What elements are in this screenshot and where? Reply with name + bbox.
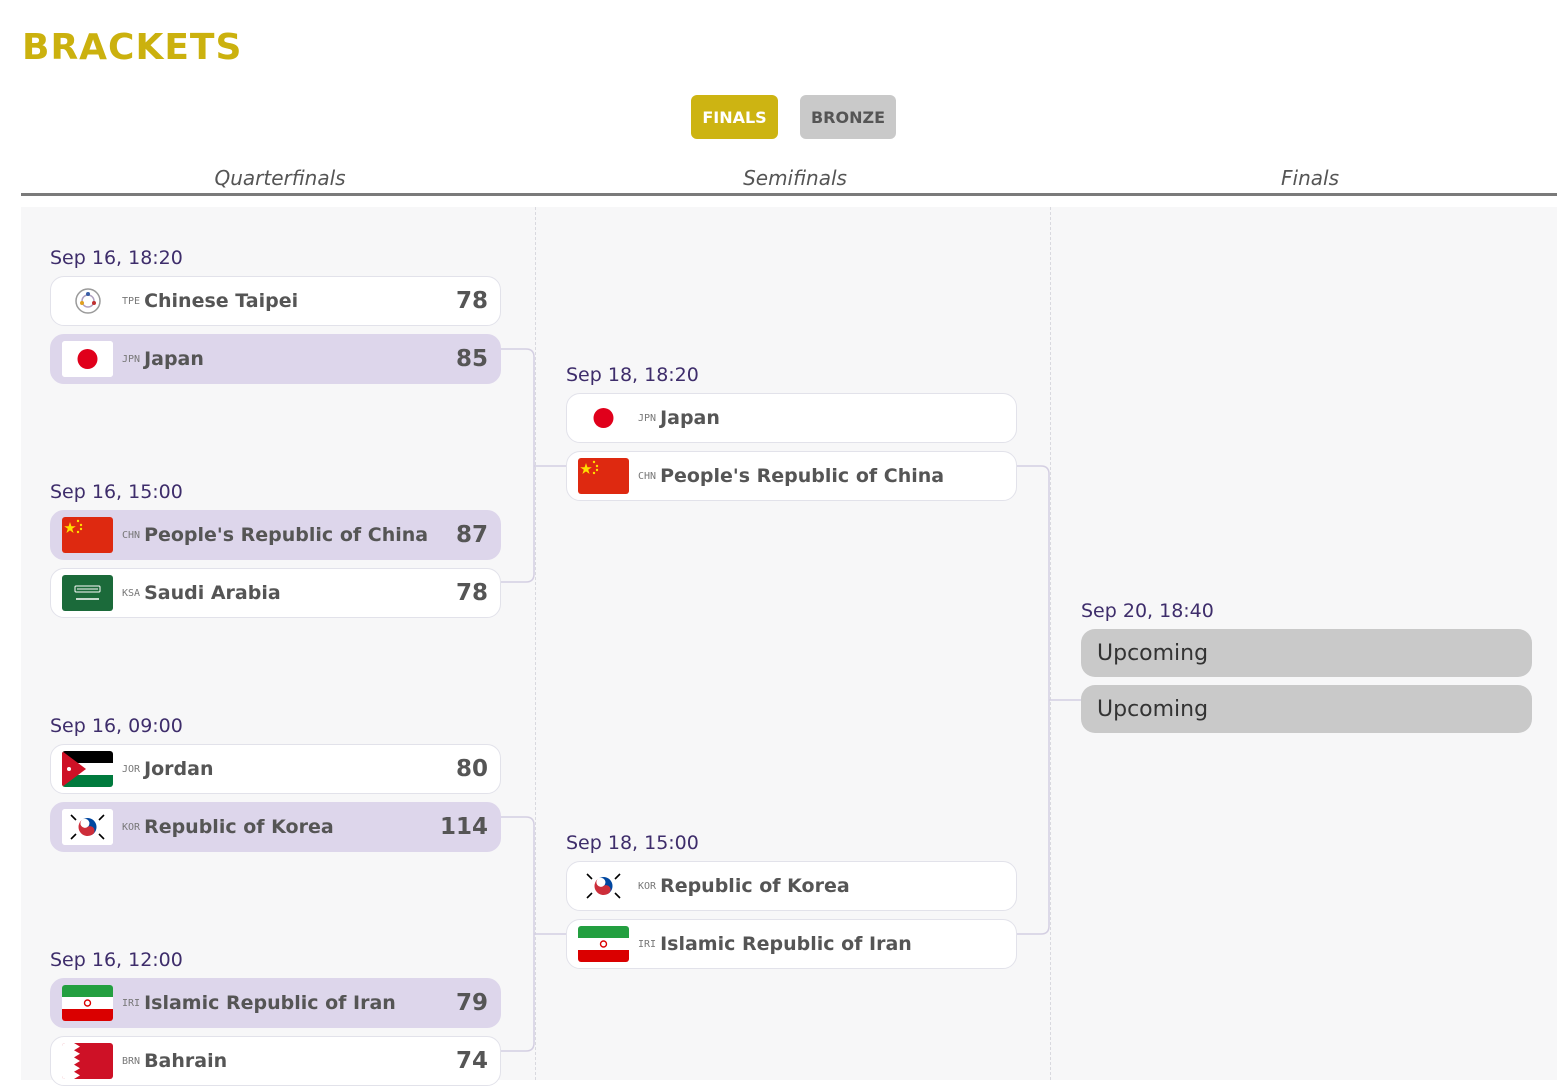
team-name: People's Republic of China [144,524,429,546]
team-name: Japan [660,407,720,429]
flag-china-icon [578,458,629,494]
team-row-winner[interactable]: CHN People's Republic of China 87 [50,510,501,560]
flag-bahrain-icon [62,1043,113,1079]
team-code: IRI [638,938,657,950]
upcoming-slot[interactable]: Upcoming [1081,685,1532,733]
flag-iran-icon [62,985,113,1021]
match-date: Sep 20, 18:40 [1081,600,1214,622]
team-name: People's Republic of China [660,465,945,487]
team-code: KSA [122,587,141,599]
team-score: 79 [455,990,488,1016]
team-code: KOR [638,880,657,892]
flag-jordan-icon [62,751,113,787]
team-name: Chinese Taipei [144,290,299,312]
team-score: 80 [455,756,488,782]
team-score: 85 [455,346,488,372]
team-score: 87 [455,522,488,548]
team-code: TPE [122,295,141,307]
team-row[interactable]: KOR Republic of Korea [566,861,1017,911]
match-date: Sep 16, 12:00 [50,949,183,971]
team-score: 78 [455,288,488,314]
team-row[interactable]: IRI Islamic Republic of Iran [566,919,1017,969]
team-score: 78 [455,580,488,606]
team-row-winner[interactable]: JPN Japan 85 [50,334,501,384]
flag-iran-icon [578,926,629,962]
match-date: Sep 18, 15:00 [566,832,699,854]
team-code: CHN [122,529,141,541]
match-date: Sep 16, 18:20 [50,247,183,269]
flag-japan-icon [578,400,629,436]
team-name: Republic of Korea [144,816,334,838]
match-date: Sep 16, 09:00 [50,715,183,737]
team-score: 74 [455,1048,488,1074]
team-row-winner[interactable]: IRI Islamic Republic of Iran 79 [50,978,501,1028]
team-code: KOR [122,821,141,833]
upcoming-slot[interactable]: Upcoming [1081,629,1532,677]
team-row[interactable]: CHN People's Republic of China [566,451,1017,501]
match-date: Sep 18, 18:20 [566,364,699,386]
team-code: BRN [122,1055,141,1067]
team-code: IRI [122,997,141,1009]
match-date: Sep 16, 15:00 [50,481,183,503]
team-name: Jordan [144,758,214,780]
flag-korea-icon [62,809,113,845]
team-row[interactable]: JOR Jordan 80 [50,744,501,794]
team-score: 114 [439,814,488,840]
team-code: JOR [122,763,141,775]
flag-korea-icon [578,868,629,904]
team-row[interactable]: KSA Saudi Arabia 78 [50,568,501,618]
team-row-winner[interactable]: KOR Republic of Korea 114 [50,802,501,852]
team-row[interactable]: TPE Chinese Taipei 78 [50,276,501,326]
team-name: Islamic Republic of Iran [144,992,396,1014]
team-name: Islamic Republic of Iran [660,933,912,955]
flag-japan-icon [62,341,113,377]
team-name: Bahrain [144,1050,228,1072]
team-row[interactable]: JPN Japan [566,393,1017,443]
team-code: JPN [638,412,657,424]
team-code: JPN [122,353,141,365]
team-code: CHN [638,470,657,482]
flag-chinese-taipei-icon [62,283,113,319]
flag-china-icon [62,517,113,553]
team-name: Saudi Arabia [144,582,281,604]
flag-saudi-arabia-icon [62,575,113,611]
team-row[interactable]: BRN Bahrain 74 [50,1036,501,1086]
team-name: Japan [144,348,204,370]
team-name: Republic of Korea [660,875,850,897]
